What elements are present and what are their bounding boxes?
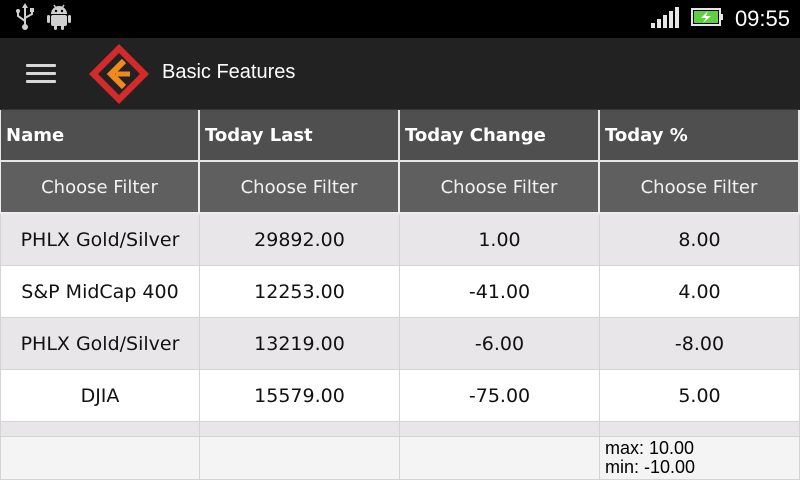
cell-empty [200,422,400,437]
summary-cell-empty [0,437,200,480]
table-row-partial [0,422,800,437]
table-row[interactable]: S&P MidCap 400 12253.00 -41.00 4.00 [0,266,800,318]
cell-today-change: -75.00 [400,370,600,422]
summary-cell-empty [400,437,600,480]
status-left [14,3,72,35]
filter-today-last[interactable]: Choose Filter [200,162,400,214]
summary-max: max: 10.00 [605,438,695,458]
cell-today-percent: 8.00 [600,214,800,266]
cell-today-last: 13219.00 [200,318,400,370]
action-bar: Basic Features [0,38,800,110]
signal-icon [650,6,681,32]
cell-today-percent: -8.00 [600,318,800,370]
cell-today-change: -6.00 [400,318,600,370]
filter-row: Choose Filter Choose Filter Choose Filte… [0,162,800,214]
status-bar: 09:55 [0,0,800,38]
cell-name: DJIA [0,370,200,422]
cell-today-change: 1.00 [400,214,600,266]
hamburger-menu-icon[interactable] [26,64,56,84]
summary-row: max: 10.00 min: -10.00 [0,437,800,480]
cell-today-change: -41.00 [400,266,600,318]
usb-icon [14,3,36,35]
table-row[interactable]: DJIA 15579.00 -75.00 5.00 [0,370,800,422]
column-header-today-last[interactable]: Today Last [200,110,400,162]
header-row: Name Today Last Today Change Today % [0,110,800,162]
cell-empty [400,422,600,437]
app-title: Basic Features [162,61,296,83]
cell-today-percent: 4.00 [600,266,800,318]
column-header-today-change[interactable]: Today Change [400,110,600,162]
filter-name[interactable]: Choose Filter [0,162,200,214]
cell-today-last: 12253.00 [200,266,400,318]
summary-min: min: -10.00 [605,457,696,477]
status-clock: 09:55 [734,6,790,31]
status-right: 09:55 [650,4,790,34]
battery-charging-icon [690,7,725,31]
summary-cell-empty [200,437,400,480]
column-header-name[interactable]: Name [0,110,200,162]
cell-today-last: 29892.00 [200,214,400,266]
summary-stats: max: 10.00 min: -10.00 [600,437,800,480]
android-debug-icon [46,3,72,35]
column-header-today-percent[interactable]: Today % [600,110,800,162]
cell-today-last: 15579.00 [200,370,400,422]
cell-name: PHLX Gold/Silver [0,214,200,266]
cell-name: PHLX Gold/Silver [0,318,200,370]
data-grid: Name Today Last Today Change Today % Cho… [0,110,800,480]
filter-today-change[interactable]: Choose Filter [400,162,600,214]
table-row[interactable]: PHLX Gold/Silver 29892.00 1.00 8.00 [0,214,800,266]
cell-name: S&P MidCap 400 [0,266,200,318]
cell-today-percent: 5.00 [600,370,800,422]
cell-empty [600,422,800,437]
app-logo-icon [86,41,152,107]
table-row[interactable]: PHLX Gold/Silver 13219.00 -6.00 -8.00 [0,318,800,370]
filter-today-percent[interactable]: Choose Filter [600,162,800,214]
cell-empty [0,422,200,437]
